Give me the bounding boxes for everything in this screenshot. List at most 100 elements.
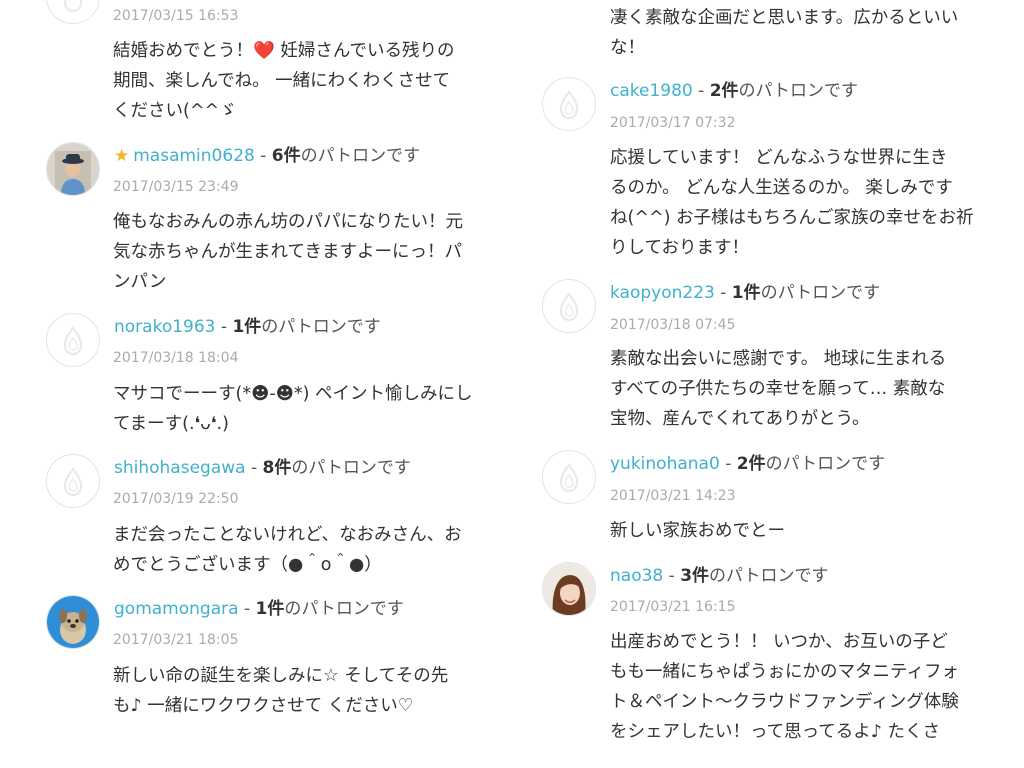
comment-text-line: すべての子供たちの幸せを願って… 素敵な [610,379,946,399]
comment-text-line: も♪ 一緒にワクワクさせて ください♡ [113,696,414,716]
comment-meta: ★ masamin0628 - 6件のパトロンです [114,145,420,167]
avatar-default[interactable] [46,454,100,508]
comment-text-line: 新しい命の誕生を楽しみに☆ そしてその先 [113,666,449,686]
comment-text-line: 応援しています！ どんなふうな世界に生き [610,148,948,168]
comment-text-line: ください(^^ゞ [113,101,237,121]
patron-suffix: のパトロンです [760,283,881,303]
comment-date: 2017/03/21 18:05 [113,632,239,648]
username-link[interactable]: norako1963 [114,317,216,337]
comment-text-line: 気な赤ちゃんが生まれてきますよーにっ！パ [113,242,462,262]
comment-text-line: 期間、楽しんでね。 一緒にわくわくさせて [113,71,451,91]
comment-text-line: 結婚おめでとう！❤️ 妊婦さんでいる残りの [113,41,455,61]
flame-logo-icon [63,0,83,13]
comment-text-line: ンパン [113,272,167,292]
avatar-masamin0628[interactable] [46,142,100,196]
username-link[interactable]: masamin0628 [133,146,255,166]
avatar-default[interactable] [46,0,100,24]
flame-logo-icon [559,463,579,493]
patron-suffix: のパトロンです [291,458,411,478]
patron-count-value: 8 [262,458,275,478]
patron-count-value: 6 [271,146,284,166]
comment-text-line: ト＆ペイント〜クラウドファンディング体験 [610,692,959,712]
comment-text-line: 出産おめでとう！！ いつか、お互いの子ど [610,632,948,652]
star-icon: ★ [114,146,130,166]
username-link[interactable]: nao38 [610,566,663,586]
comment-date: 2017/03/18 18:04 [113,350,239,366]
patron-count: - 1件のパトロンです [720,283,881,303]
patron-count: - 1件のパトロンです [220,317,381,337]
patron-count-unit: 件 [267,599,285,619]
patron-suffix: のパトロンです [284,599,404,619]
comment-meta: nao38 - 3件のパトロンです [610,565,829,587]
comment-date: 2017/03/21 14:23 [610,488,736,504]
comment-meta: norako1963 - 1件のパトロンです [114,316,381,338]
comment-date: 2017/03/19 22:50 [113,491,239,507]
comment-text-line: てまーす(.❛ᴗ❛.) [113,414,229,434]
patron-count-value: 1 [232,317,245,337]
patron-count-value: 1 [731,283,744,303]
comment-date: 2017/03/21 16:15 [610,599,736,615]
patron-count-value: 3 [680,566,693,586]
comment-text-line: もも一緒にちゃぱうぉにかのマタニティフォ [610,662,959,682]
comment-text-line: りしております！ [610,238,749,258]
patron-count-unit: 件 [692,566,710,586]
avatar-nao38[interactable] [542,562,596,616]
patron-comments-page: 2017/03/15 16:53 結婚おめでとう！❤️ 妊婦さんでいる残りの 期… [0,0,1024,768]
username-link[interactable]: shihohasegawa [114,458,246,478]
patron-count-value: 1 [255,599,268,619]
flame-logo-icon [559,90,579,120]
patron-count: - 2件のパトロンです [698,81,859,101]
patron-count-unit: 件 [244,317,262,337]
patron-count: - 2件のパトロンです [725,454,886,474]
patron-count: - 1件のパトロンです [243,599,404,619]
comment-text-line: な！ [610,38,645,58]
patron-suffix: のパトロンです [300,146,421,166]
patron-count: - 8件のパトロンです [250,458,411,478]
patron-suffix: のパトロンです [738,81,859,101]
user-photo-icon [543,563,595,615]
username-link[interactable]: gomamongara [114,599,239,619]
dog-photo-icon [47,596,99,648]
comment-text-line: 新しい家族おめでとー [610,521,785,541]
patron-count-unit: 件 [283,146,301,166]
comment-meta: cake1980 - 2件のパトロンです [610,80,858,102]
bottom-fade [0,734,1024,768]
avatar-default[interactable] [46,313,100,367]
patron-count-value: 2 [709,81,722,101]
comment-date: 2017/03/15 16:53 [113,8,239,24]
comment-meta: gomamongara - 1件のパトロンです [114,598,404,620]
avatar-default[interactable] [542,279,596,333]
avatar-default[interactable] [542,77,596,131]
patron-count-unit: 件 [721,81,739,101]
patron-count: - 6件のパトロンです [260,146,421,166]
comment-meta: kaopyon223 - 1件のパトロンです [610,282,880,304]
username-link[interactable]: kaopyon223 [610,283,715,303]
comment-meta: shihohasegawa - 8件のパトロンです [114,457,411,479]
flame-logo-icon [559,292,579,322]
patron-count: - 3件のパトロンです [668,566,829,586]
patron-count-unit: 件 [748,454,766,474]
comment-text-line: マサコでーーす(*☻-☻*) ペイント愉しみにし [113,384,473,404]
comment-text-line: るのか。 どんな人生送るのか。 楽しみです [610,178,953,198]
comment-text-line: 素敵な出会いに感謝です。 地球に生まれる [610,349,947,369]
patron-suffix: のパトロンです [765,454,886,474]
patron-suffix: のパトロンです [261,317,381,337]
avatar-gomamongara[interactable] [46,595,100,649]
username-link[interactable]: yukinohana0 [610,454,720,474]
comment-date: 2017/03/18 07:45 [610,317,736,333]
comment-text-line: まだ会ったことないけれど、なおみさん、お [113,525,462,545]
comment-text-line: ね(^^) お子様はもちろんご家族の幸せをお祈 [610,208,974,228]
flame-logo-icon [63,467,83,497]
comment-text-line: めでとうございます（●＾o＾●） [113,555,382,575]
patron-count-value: 2 [736,454,749,474]
comment-date: 2017/03/17 07:32 [610,115,736,131]
username-link[interactable]: cake1980 [610,81,693,101]
patron-suffix: のパトロンです [709,566,829,586]
comment-text-line: 宝物、産んでくれてありがとう。 [610,409,870,429]
comment-text-line: 凄く素敵な企画だと思います。広かるといい [610,8,959,28]
patron-count-unit: 件 [743,283,761,303]
comment-meta: yukinohana0 - 2件のパトロンです [610,453,885,475]
user-photo-icon [47,143,99,195]
avatar-default[interactable] [542,450,596,504]
patron-count-unit: 件 [274,458,292,478]
